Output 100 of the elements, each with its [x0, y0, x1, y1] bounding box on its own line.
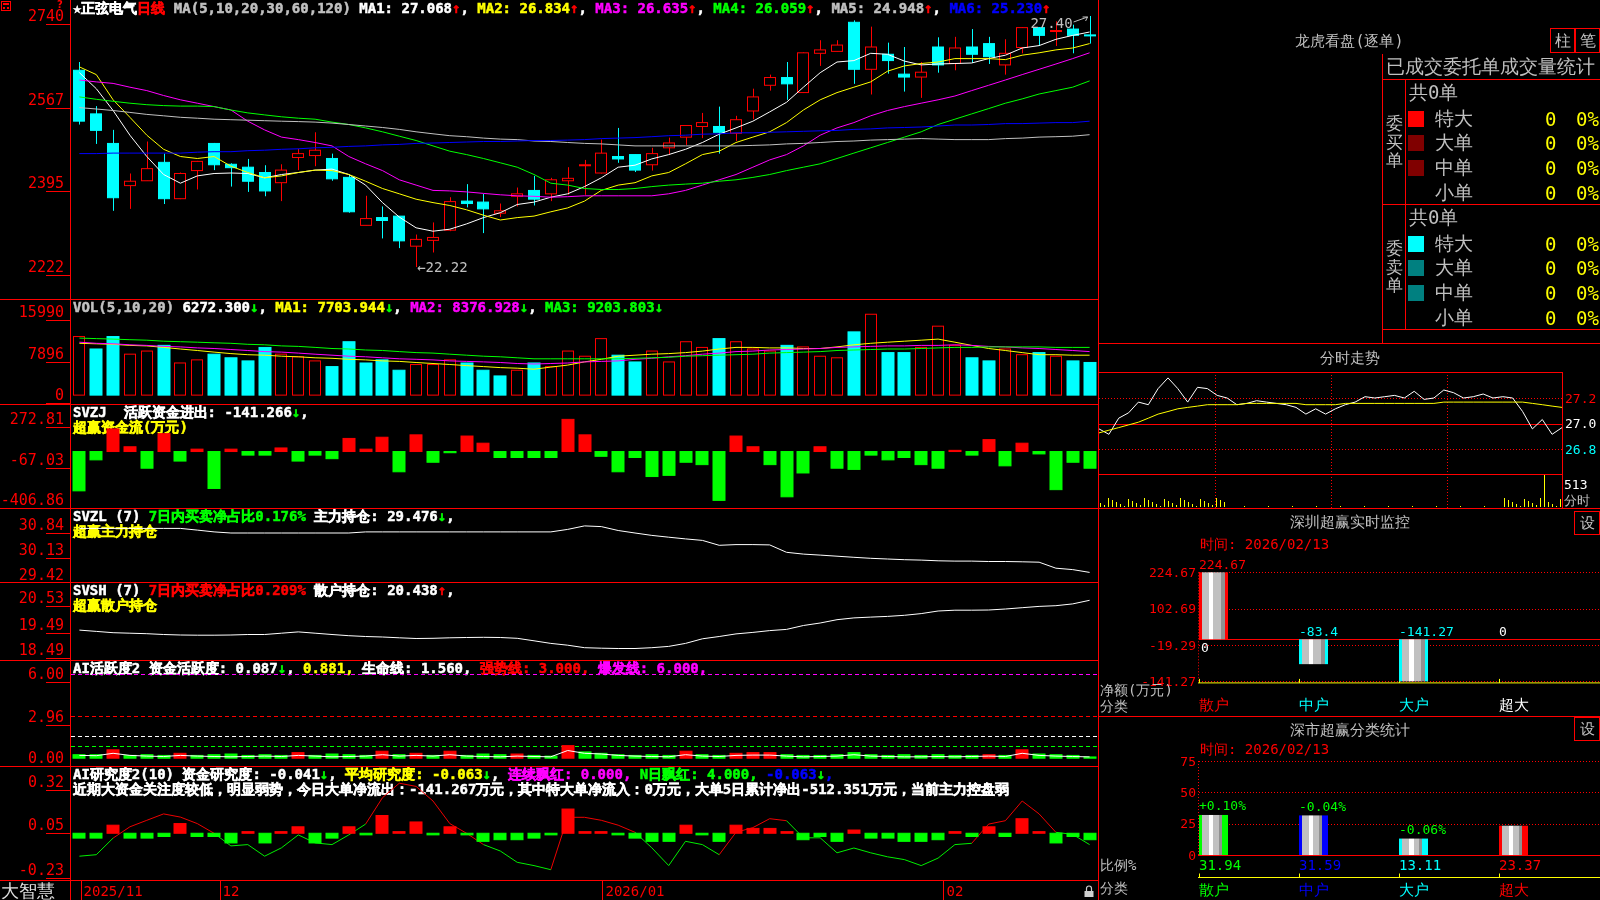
order-percent: 0% [1575, 132, 1599, 155]
order-size-label: 小单 [1435, 305, 1474, 331]
category-label: 散户 [1199, 881, 1229, 899]
axis-label: 15990 [18, 303, 64, 322]
order-count: 0 [1545, 132, 1558, 155]
order-total: 共0单 [1408, 80, 1460, 104]
order-percent: 0% [1575, 157, 1599, 180]
axis-label: 0 [54, 386, 64, 404]
category-label: 中户 [1299, 696, 1329, 714]
panel-title: 龙虎看盘(逐单) [1294, 32, 1405, 50]
axis-label: 27.0 [1565, 416, 1597, 432]
axis-label: 2.96 [27, 707, 64, 726]
indicator-readout: SVZJ 活跃资金进出: -141.266↓, [73, 405, 309, 420]
order-count: 0 [1545, 232, 1558, 255]
indicator-readout: AI研究度2(10) 资金研究度: -0.041↓, 平均研究度: -0.063↓, 连续飘红: 0.000, N日飘红: 4.000, -0.063↓, [73, 767, 835, 782]
order-count: 0 [1545, 282, 1558, 305]
order-percent: 0% [1575, 182, 1599, 205]
order-size-label: 中单 [1435, 155, 1474, 181]
change-label: -0.06% [1399, 822, 1446, 838]
value-label: -83.4 [1299, 623, 1339, 639]
axis-label: -19.29 [1149, 637, 1196, 653]
axis-label: 513 [1564, 476, 1588, 492]
category-label: 大户 [1399, 696, 1429, 714]
order-size-label: 中单 [1435, 280, 1474, 306]
group-label: 委卖单 [1385, 238, 1403, 296]
axis-label: 6.00 [27, 665, 64, 684]
order-total: 共0单 [1408, 205, 1460, 229]
axis-label: 2395 [27, 174, 64, 193]
axis-label: 7896 [27, 345, 64, 364]
axis-label: 0.32 [27, 772, 64, 791]
axis-label: 2740 [27, 7, 64, 25]
order-percent: 0% [1575, 232, 1599, 255]
order-size-label: 小单 [1435, 180, 1474, 206]
indicator-readout: SVSH (7) 7日内买卖净占比0.209% 散户持仓: 20.438↑, [73, 583, 455, 598]
axis-label: -406.86 [0, 491, 64, 508]
category-label: 散户 [1199, 696, 1229, 714]
order-percent: 0% [1575, 282, 1599, 305]
change-label: -0.04% [1299, 798, 1346, 814]
order-size-label: 特大 [1435, 230, 1474, 256]
axis-label: 50 [1180, 784, 1196, 800]
reference-line-label: 0 [1201, 639, 1209, 655]
date-label: 02 [946, 882, 964, 899]
order-count: 0 [1545, 157, 1558, 180]
axis-label: 19.49 [18, 615, 64, 634]
brand-label: 大智慧 [0, 881, 71, 900]
value-label: 13.11 [1399, 857, 1442, 873]
date-label: 2025/11 [83, 882, 143, 899]
axis-label: 272.81 [9, 410, 64, 429]
axis-label: -67.03 [9, 450, 64, 469]
value-label: 0 [1499, 623, 1507, 639]
indicator-readout: ★正弦电气日线 MA(5,10,20,30,60,120) MA1: 27.068↑, MA2: 26.834↑, MA3: 26.635↑, MA4: 26.059↑, MA5: 24.948↑, MA6: 25.230↑ [73, 1, 1051, 16]
axis-label: 224.67 [1149, 564, 1196, 580]
axis-label: 0.00 [27, 749, 64, 766]
order-count: 0 [1545, 107, 1558, 130]
axis-label: -0.23 [18, 861, 64, 880]
axis-label: 30.84 [18, 515, 64, 534]
axis-label: 75 [1180, 753, 1196, 769]
axis-label: 26.8 [1565, 441, 1597, 457]
axis-label: 18.49 [18, 641, 64, 659]
order-size-label: 大单 [1435, 255, 1474, 281]
value-label: 23.37 [1499, 857, 1542, 873]
category-label: 超大 [1499, 696, 1529, 714]
date-label: 2026/01 [605, 882, 665, 899]
order-percent: 0% [1575, 257, 1599, 280]
value-label: 31.59 [1299, 857, 1342, 873]
order-percent: 0% [1575, 107, 1599, 130]
axis-title: 分类 [1100, 698, 1128, 714]
indicator-readout: VOL(5,10,20) 6272.300↓, MA1: 7703.944↓, MA2: 8376.928↓, MA3: 9203.803↓ [73, 300, 664, 315]
axis-label: 30.13 [18, 540, 64, 559]
axis-label: 0 [1188, 847, 1196, 863]
axis-label: 2567 [27, 90, 64, 109]
order-percent: 0% [1575, 307, 1599, 330]
timestamp: 时间: 2026/02/13 [1199, 742, 1331, 756]
category-label: 超大 [1499, 881, 1529, 899]
axis-title: 比例% [1100, 857, 1137, 873]
value-label: 31.94 [1199, 857, 1242, 873]
order-count: 0 [1545, 307, 1558, 330]
timestamp: 时间: 2026/02/13 [1199, 535, 1331, 553]
axis-title: 分类 [1100, 880, 1128, 896]
axis-label: 20.53 [18, 589, 64, 607]
axis-label: 2222 [27, 258, 64, 276]
axis-title: 分时 [1564, 492, 1590, 508]
price-annotation: 27.40 [1030, 15, 1073, 31]
axis-label: 0.05 [27, 816, 64, 835]
panel-title: 深市超赢分类统计 [1288, 720, 1411, 741]
panel-title: 分时走势 [1318, 348, 1381, 369]
axis-label: 27.2 [1565, 390, 1597, 406]
change-label: +0.10% [1199, 798, 1246, 814]
category-label: 大户 [1399, 881, 1429, 899]
order-size-label: 大单 [1435, 130, 1474, 156]
axis-label: 29.42 [18, 565, 64, 582]
order-count: 0 [1545, 182, 1558, 205]
price-annotation: ←22.22 [417, 259, 468, 275]
indicator-note: 近期大资金关注度较低，明显弱势，今日大单净流出：-141.267万元，其中特大单净流入：0万元，大单5日累计净出-512.351万元，当前主力控盘弱 [73, 782, 1009, 797]
indicator-readout: SVZL (7) 7日内买卖净占比0.176% 主力持仓: 29.476↓, [73, 509, 455, 524]
category-label: 中户 [1299, 881, 1329, 899]
group-label: 委买单 [1385, 113, 1403, 171]
value-label: 224.67 [1199, 556, 1246, 572]
panel-title: 深圳超赢实时监控 [1288, 512, 1411, 533]
order-size-label: 特大 [1435, 105, 1474, 131]
